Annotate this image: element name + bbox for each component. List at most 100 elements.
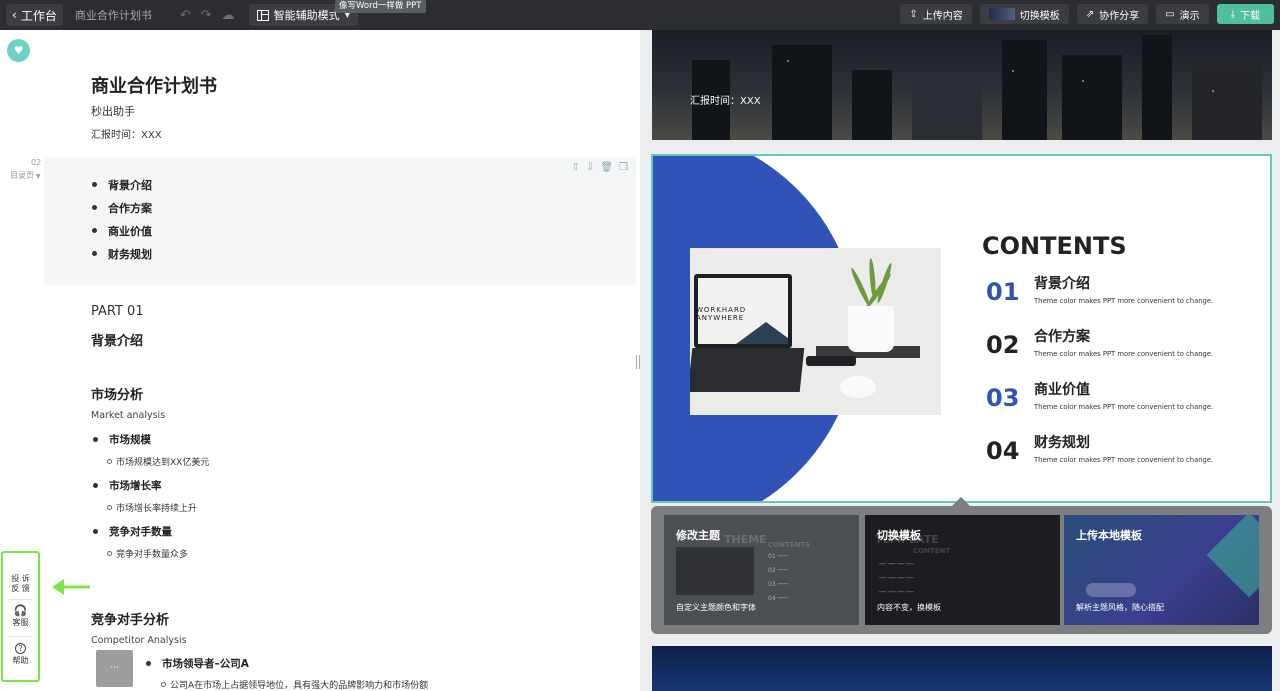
list-item[interactable]: 背景介绍	[92, 173, 152, 196]
share-button[interactable]: ⇗ 协作分享	[1076, 4, 1149, 24]
slide-thumbnail-contents[interactable]: WORKHARD ANYWHERE CONTENTS 01 背景介绍 Theme…	[651, 154, 1272, 503]
theme-preview-image	[676, 547, 754, 595]
contents-item-title: 背景介绍	[1034, 276, 1090, 292]
list-item[interactable]: 竞争对手数量众多	[107, 547, 188, 560]
upload-content-button[interactable]: ⇪ 上传内容	[900, 4, 972, 24]
shield-icon[interactable]: ♥	[7, 39, 30, 62]
document-date[interactable]: 汇报时间：XXX	[91, 126, 162, 141]
part-title[interactable]: 背景介绍	[91, 330, 143, 349]
present-label: 演示	[1179, 10, 1200, 22]
feedback-button[interactable]: 投 诉 反 馈	[3, 574, 38, 594]
ghost-text: 01 ───	[768, 553, 789, 560]
window-light	[787, 60, 789, 62]
contents-item-desc: Theme color makes PPT more convenient to…	[1034, 297, 1214, 305]
contents-title: CONTENTS	[982, 232, 1127, 260]
list-item[interactable]: 市场规模达到XX亿美元	[107, 455, 209, 468]
part-number[interactable]: PART 01	[91, 304, 144, 319]
cloud-save-icon[interactable]: ☁	[222, 8, 235, 23]
section-subtitle[interactable]: Competitor Analysis	[91, 635, 187, 646]
card-title: 修改主题	[676, 529, 720, 542]
list-item[interactable]: 市场增长率持续上升	[107, 501, 197, 514]
download-icon: ⤓	[1230, 8, 1235, 20]
share-label: 协作分享	[1099, 10, 1140, 22]
copy-icon[interactable]: ❐	[619, 162, 628, 173]
download-button[interactable]: ⤓ 下载	[1216, 4, 1274, 24]
contents-item-desc: Theme color makes PPT more convenient to…	[1034, 456, 1214, 464]
contents-number: 02	[986, 331, 1020, 359]
toc-section[interactable]: ⇧ ⇩ 🗑 ❐ 背景介绍 合作方案 商业价值 财务规划	[44, 157, 636, 285]
list-item[interactable]: 市场领导者–公司A	[146, 656, 249, 671]
bullet-dot	[92, 251, 97, 256]
download-label: 下载	[1240, 10, 1260, 22]
section-subtitle[interactable]: Market analysis	[91, 410, 165, 421]
toc-item-label: 商业价值	[108, 224, 152, 238]
list-item[interactable]: 合作方案	[92, 196, 152, 219]
delete-icon[interactable]: 🗑	[600, 162, 613, 173]
bullet-dot	[93, 483, 98, 488]
bullet-ring	[107, 505, 112, 510]
document-subtitle[interactable]: 秒出助手	[91, 103, 135, 119]
upload-label: 上传内容	[922, 10, 963, 22]
upload-icon: ⇪	[909, 8, 918, 20]
bullet-detail: 市场增长率持续上升	[116, 504, 198, 514]
upload-local-template-card[interactable]: 上传本地模板 解析主题风格，随心搭配	[1064, 515, 1259, 625]
page-number: 02	[31, 158, 42, 167]
switch-template-button[interactable]: 切换模板	[979, 4, 1069, 24]
back-to-workspace-button[interactable]: ‹ 工作台	[6, 4, 63, 26]
template-options-popup: THEME CONTENTS 01 ─── 02 ─── 03 ─── 04 ─…	[651, 506, 1272, 634]
section-title[interactable]: 市场分析	[91, 384, 143, 403]
list-item[interactable]: 市场增长率	[93, 478, 162, 493]
slide-thumbnail-cover[interactable]: 汇报时间：XXX	[652, 30, 1272, 140]
divider	[9, 599, 32, 600]
question-icon: ?	[15, 643, 26, 654]
list-item[interactable]: 公司A在市场上占据领导地位，具有强大的品牌影响力和市场份额	[161, 678, 428, 691]
document-name[interactable]: 商业合作计划书	[75, 7, 152, 23]
move-up-icon[interactable]: ⇧	[572, 162, 580, 173]
present-button[interactable]: ▭ 演示	[1156, 4, 1209, 24]
switch-template-card[interactable]: TEMPLATE CONTENT ── ── ── ── ── ── ── ──…	[865, 515, 1060, 625]
building	[1002, 40, 1047, 140]
bullet-label: 市场增长率	[109, 480, 162, 492]
help-button[interactable]: ? 帮助	[3, 643, 38, 666]
edit-theme-card[interactable]: THEME CONTENTS 01 ─── 02 ─── 03 ─── 04 ─…	[664, 515, 859, 625]
card-title: 切换模板	[877, 529, 921, 542]
customer-service-button[interactable]: 🎧 客服	[3, 605, 38, 628]
window-light	[1212, 90, 1214, 92]
contents-number: 04	[986, 437, 1020, 465]
contents-item-title: 合作方案	[1034, 329, 1090, 345]
ghost-text: 04 ───	[768, 595, 789, 602]
redo-icon[interactable]: ↷	[201, 8, 212, 23]
list-item[interactable]: 商业价值	[92, 219, 152, 242]
image-placeholder-icon[interactable]: ···	[96, 650, 133, 687]
page-type-dropdown[interactable]: 目录页 ▼	[10, 170, 41, 181]
list-item[interactable]: 财务规划	[92, 242, 152, 265]
caret-down-icon: ▼	[34, 173, 41, 180]
ghost-text: 02 ───	[768, 567, 789, 574]
contents-number: 01	[986, 278, 1020, 306]
mouse-shape	[840, 376, 876, 398]
slide-thumbnail-next[interactable]	[652, 646, 1272, 691]
laptop-screen-text: WORKHARD ANYWHERE	[698, 306, 747, 322]
window-light	[1082, 80, 1084, 82]
bullet-dot	[93, 529, 98, 534]
move-down-icon[interactable]: ⇩	[586, 162, 594, 173]
undo-icon[interactable]: ↶	[180, 8, 191, 23]
bullet-detail: 市场规模达到XX亿美元	[116, 458, 210, 468]
section-title[interactable]: 竞争对手分析	[91, 609, 169, 628]
document-title[interactable]: 商业合作计划书	[91, 72, 217, 98]
ghost-text: THEME	[724, 533, 767, 546]
building	[852, 70, 892, 140]
slide-date: 汇报时间：XXX	[690, 96, 761, 107]
bullet-dot	[92, 182, 97, 187]
bullet-dot	[93, 437, 98, 442]
layout-grid-icon	[256, 9, 269, 21]
building	[912, 80, 982, 140]
list-item[interactable]: 竞争对手数量	[93, 524, 172, 539]
toc-item-label: 背景介绍	[108, 178, 152, 192]
ghost-text: CONTENT	[913, 547, 951, 555]
bullet-dot	[92, 228, 97, 233]
keyboard-shape	[690, 348, 805, 392]
list-item[interactable]: 市场规模	[93, 432, 151, 447]
ghost-text: CONTENTS	[768, 541, 811, 549]
laptop-screen: WORKHARD ANYWHERE	[698, 278, 788, 344]
